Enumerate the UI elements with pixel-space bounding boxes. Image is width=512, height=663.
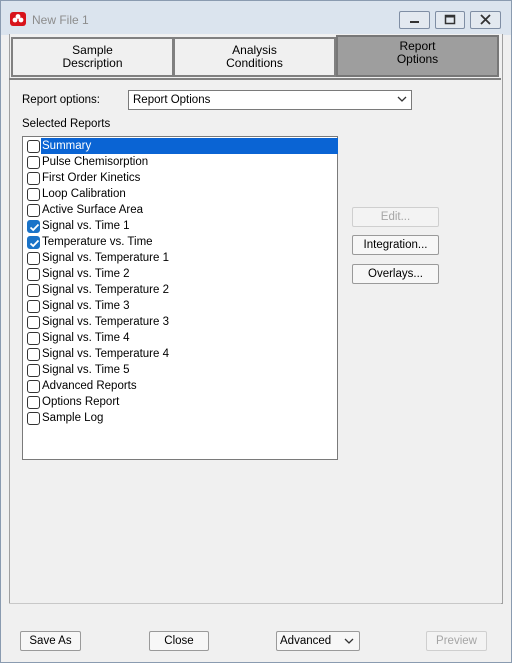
list-item-label: Pulse Chemisorption — [42, 156, 149, 168]
tab-label: Report Options — [396, 39, 439, 66]
list-item-label: Signal vs. Time 5 — [42, 364, 130, 376]
close-window-button[interactable] — [470, 11, 501, 29]
checkbox[interactable] — [27, 268, 40, 281]
list-item-label: Active Surface Area — [42, 204, 143, 216]
list-item-label: Signal vs. Temperature 3 — [42, 316, 169, 328]
report-options-label: Report options: — [22, 94, 100, 106]
list-item[interactable]: Loop Calibration — [24, 186, 336, 202]
tab-label: Analysis Conditions — [226, 43, 283, 70]
list-item[interactable]: Signal vs. Temperature 2 — [24, 282, 336, 298]
minimize-button[interactable] — [399, 11, 430, 29]
tab-report-options[interactable]: Report Options — [336, 35, 499, 77]
list-item[interactable]: Options Report — [24, 394, 336, 410]
list-item[interactable]: Signal vs. Temperature 1 — [24, 250, 336, 266]
list-item-label: Options Report — [42, 396, 120, 408]
integration-button[interactable]: Integration... — [352, 235, 439, 255]
list-item-label: First Order Kinetics — [42, 172, 141, 184]
list-item-label: Signal vs. Time 1 — [42, 220, 130, 232]
list-item[interactable]: Signal vs. Time 1 — [24, 218, 336, 234]
title-bar[interactable]: New File 1 — [1, 1, 511, 35]
checkbox[interactable] — [27, 396, 40, 409]
tab-sample-description[interactable]: Sample Description — [11, 37, 173, 77]
tab-divider — [9, 78, 501, 80]
checkbox[interactable] — [27, 348, 40, 361]
list-item[interactable]: First Order Kinetics — [24, 170, 336, 186]
checkbox[interactable] — [27, 204, 40, 217]
selected-reports-label: Selected Reports — [22, 118, 111, 130]
report-options-dropdown[interactable]: Report Options — [128, 90, 412, 110]
list-item-label: Signal vs. Time 2 — [42, 268, 130, 280]
list-item-label: Loop Calibration — [42, 188, 126, 200]
checkbox[interactable] — [27, 140, 40, 153]
report-options-value: Report Options — [133, 94, 211, 106]
list-item[interactable]: Signal vs. Time 4 — [24, 330, 336, 346]
mode-select-value: Advanced — [280, 635, 332, 647]
checkbox[interactable] — [27, 188, 40, 201]
checkbox[interactable] — [27, 364, 40, 377]
chevron-down-icon — [344, 638, 354, 644]
window-title: New File 1 — [32, 13, 89, 27]
checkbox[interactable] — [27, 284, 40, 297]
tab-analysis-conditions[interactable]: Analysis Conditions — [173, 37, 336, 77]
list-item-label: Temperature vs. Time — [42, 236, 153, 248]
list-item[interactable]: Sample Log — [24, 410, 336, 426]
list-item[interactable]: Signal vs. Temperature 4 — [24, 346, 336, 362]
checkbox[interactable] — [27, 156, 40, 169]
list-item-label: Signal vs. Time 4 — [42, 332, 130, 344]
checkbox[interactable] — [27, 172, 40, 185]
checkbox[interactable] — [27, 316, 40, 329]
footer-divider — [9, 603, 501, 604]
checkbox[interactable] — [27, 252, 40, 265]
checkmark-icon — [29, 223, 40, 232]
maximize-button[interactable] — [435, 11, 465, 29]
list-item[interactable]: Signal vs. Time 2 — [24, 266, 336, 282]
list-item[interactable]: Pulse Chemisorption — [24, 154, 336, 170]
checkbox-checked[interactable] — [27, 236, 40, 249]
edit-button[interactable]: Edit... — [352, 207, 439, 227]
tab-label: Sample Description — [62, 43, 123, 70]
list-item[interactable]: Temperature vs. Time — [24, 234, 336, 250]
overlays-button[interactable]: Overlays... — [352, 264, 439, 284]
tab-strip: Sample Description Analysis Conditions R… — [9, 34, 501, 78]
list-item-label: Advanced Reports — [42, 380, 137, 392]
app-logo-icon — [10, 12, 26, 26]
list-item-label: Sample Log — [42, 412, 104, 424]
list-item[interactable]: Active Surface Area — [24, 202, 336, 218]
list-item[interactable]: Signal vs. Time 5 — [24, 362, 336, 378]
checkbox[interactable] — [27, 380, 40, 393]
preview-button[interactable]: Preview — [426, 631, 487, 651]
list-item-label: Signal vs. Time 3 — [42, 300, 130, 312]
list-item-label: Signal vs. Temperature 4 — [42, 348, 169, 360]
list-item-label: Signal vs. Temperature 1 — [42, 252, 169, 264]
list-item[interactable]: Signal vs. Time 3 — [24, 298, 336, 314]
checkbox[interactable] — [27, 300, 40, 313]
checkmark-icon — [29, 239, 40, 248]
checkbox[interactable] — [27, 412, 40, 425]
chevron-down-icon — [397, 96, 407, 102]
save-as-button[interactable]: Save As — [20, 631, 81, 651]
list-item[interactable]: Summary — [24, 138, 338, 154]
selected-reports-list[interactable]: Summary Pulse Chemisorption First Order Ki… — [22, 136, 338, 460]
mode-select[interactable]: Advanced — [276, 631, 360, 651]
checkbox[interactable] — [27, 332, 40, 345]
list-item-label: Signal vs. Temperature 2 — [42, 284, 169, 296]
list-item[interactable]: Signal vs. Temperature 3 — [24, 314, 336, 330]
checkbox-checked[interactable] — [27, 220, 40, 233]
list-item[interactable]: Advanced Reports — [24, 378, 336, 394]
list-item-label: Summary — [41, 138, 338, 154]
close-button[interactable]: Close — [149, 631, 209, 651]
